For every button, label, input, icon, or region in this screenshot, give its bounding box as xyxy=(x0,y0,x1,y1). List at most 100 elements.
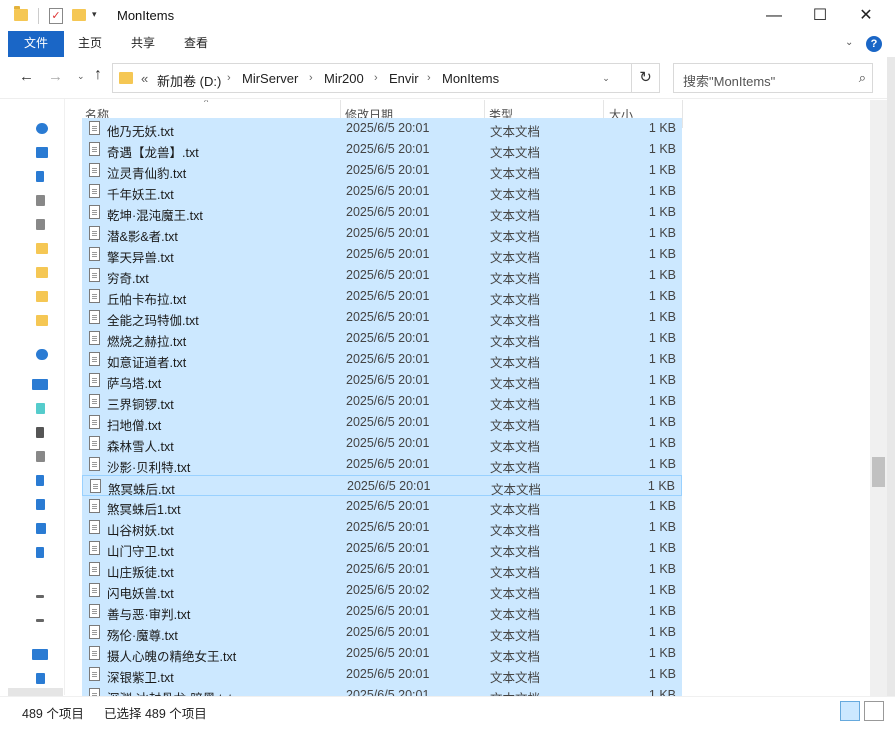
drive-icon[interactable] xyxy=(36,619,44,622)
folder-icon[interactable] xyxy=(36,315,48,326)
up-button[interactable]: ↑ xyxy=(94,66,102,84)
file-row[interactable]: 善与恶·审判.txt 2025/6/5 20:01 文本文档 1 KB xyxy=(82,601,682,622)
file-row[interactable]: 闪电妖兽.txt 2025/6/5 20:02 文本文档 1 KB xyxy=(82,580,682,601)
file-row[interactable]: 山庄叛徒.txt 2025/6/5 20:01 文本文档 1 KB xyxy=(82,559,682,580)
network-icon[interactable] xyxy=(32,649,48,660)
expand-ribbon-icon[interactable]: ⌄ xyxy=(845,37,853,48)
file-row[interactable]: 穷奇.txt 2025/6/5 20:01 文本文档 1 KB xyxy=(82,265,682,286)
help-icon[interactable]: ? xyxy=(866,36,882,52)
file-row[interactable]: 深渊·冰封骨龙·暗黑.txt 2025/6/5 20:01 文本文档 1 KB xyxy=(82,685,682,696)
file-row[interactable]: 深银紫卫.txt 2025/6/5 20:01 文本文档 1 KB xyxy=(82,664,682,685)
pictures-icon[interactable] xyxy=(36,219,45,230)
navigation-pane-scrollbar[interactable] xyxy=(64,99,65,695)
chevron-right-icon[interactable]: › xyxy=(374,72,378,84)
file-list-scrollbar[interactable] xyxy=(870,100,887,696)
refresh-button[interactable]: ↻ xyxy=(632,63,660,93)
downloads-icon[interactable] xyxy=(36,171,44,182)
file-row[interactable]: 扫地僧.txt 2025/6/5 20:01 文本文档 1 KB xyxy=(82,412,682,433)
file-row[interactable]: 摄人心魄の精绝女王.txt 2025/6/5 20:01 文本文档 1 KB xyxy=(82,643,682,664)
chevron-right-icon[interactable]: › xyxy=(309,72,313,84)
text-file-icon xyxy=(89,604,100,618)
3d-objects-icon[interactable] xyxy=(36,403,45,414)
file-row[interactable]: 潜&影&者.txt 2025/6/5 20:01 文本文档 1 KB xyxy=(82,223,682,244)
forward-button[interactable]: → xyxy=(48,68,63,85)
maximize-button[interactable]: ☐ xyxy=(797,0,843,31)
search-input[interactable]: 搜索"MonItems" xyxy=(683,71,775,90)
address-bar[interactable]: « 新加卷 (D:) › MirServer › Mir200 › Envir … xyxy=(112,63,632,93)
folder-icon[interactable] xyxy=(36,291,48,302)
drive-icon[interactable] xyxy=(36,595,44,598)
file-row[interactable]: 沙影·贝利特.txt 2025/6/5 20:01 文本文档 1 KB xyxy=(82,454,682,475)
tab-view[interactable]: 查看 xyxy=(170,31,222,57)
breadcrumb-mir200[interactable]: Mir200 xyxy=(324,71,364,86)
file-row[interactable]: 如意证道者.txt 2025/6/5 20:01 文本文档 1 KB xyxy=(82,349,682,370)
close-button[interactable]: ✕ xyxy=(843,0,889,31)
computer-icon[interactable] xyxy=(36,673,45,684)
file-row[interactable]: 山门守卫.txt 2025/6/5 20:01 文本文档 1 KB xyxy=(82,538,682,559)
file-row[interactable]: 千年妖王.txt 2025/6/5 20:01 文本文档 1 KB xyxy=(82,181,682,202)
file-row[interactable]: 煞冥蛛后1.txt 2025/6/5 20:01 文本文档 1 KB xyxy=(82,496,682,517)
file-name: 全能之玛特伽.txt xyxy=(107,314,199,328)
customize-quick-access-icon[interactable]: ▾ xyxy=(92,9,97,27)
file-date-modified: 2025/6/5 20:01 xyxy=(346,415,430,429)
file-row[interactable]: 煞冥蛛后.txt 2025/6/5 20:01 文本文档 1 KB xyxy=(82,475,682,497)
file-date-modified: 2025/6/5 20:01 xyxy=(346,310,430,324)
quick-access-star-icon[interactable] xyxy=(36,123,48,134)
chevron-right-icon[interactable]: › xyxy=(227,72,231,84)
chevron-right-icon[interactable]: › xyxy=(427,72,431,84)
tab-home[interactable]: 主页 xyxy=(64,31,116,57)
breadcrumb-envir[interactable]: Envir xyxy=(389,71,419,86)
file-row[interactable]: 泣灵青仙豹.txt 2025/6/5 20:01 文本文档 1 KB xyxy=(82,160,682,181)
file-row[interactable]: 他乃无妖.txt 2025/6/5 20:01 文本文档 1 KB xyxy=(82,118,682,139)
file-row[interactable]: 山谷树妖.txt 2025/6/5 20:01 文本文档 1 KB xyxy=(82,517,682,538)
breadcrumb-monitems[interactable]: MonItems xyxy=(442,71,499,86)
documents-icon[interactable] xyxy=(36,195,45,206)
new-folder-icon[interactable] xyxy=(72,9,86,21)
breadcrumb-mirserver[interactable]: MirServer xyxy=(242,71,298,86)
file-row[interactable]: 奇遇【龙兽】.txt 2025/6/5 20:01 文本文档 1 KB xyxy=(82,139,682,160)
desktop-icon[interactable] xyxy=(36,147,48,158)
recent-locations-icon[interactable]: ⌄ xyxy=(77,71,85,82)
file-type: 文本文档 xyxy=(490,524,541,538)
search-icon[interactable]: ⌕ xyxy=(859,70,866,86)
folder-icon[interactable] xyxy=(36,243,48,254)
file-type: 文本文档 xyxy=(490,398,541,412)
file-row[interactable]: 全能之玛特伽.txt 2025/6/5 20:01 文本文档 1 KB xyxy=(82,307,682,328)
file-row[interactable]: 乾坤·混沌魔王.txt 2025/6/5 20:01 文本文档 1 KB xyxy=(82,202,682,223)
breadcrumb-overflow[interactable]: « xyxy=(141,71,148,86)
file-row[interactable]: 三界铜锣.txt 2025/6/5 20:01 文本文档 1 KB xyxy=(82,391,682,412)
details-view-icon[interactable] xyxy=(840,701,860,721)
this-pc-icon[interactable] xyxy=(32,379,48,390)
file-size: 1 KB xyxy=(648,226,676,240)
properties-icon[interactable]: ✓ xyxy=(49,8,63,24)
file-name: 奇遇【龙兽】.txt xyxy=(107,146,199,160)
file-row[interactable]: 森林雪人.txt 2025/6/5 20:01 文本文档 1 KB xyxy=(82,433,682,454)
desktop-icon[interactable] xyxy=(36,547,44,558)
file-name: 沙影·贝利特.txt xyxy=(107,461,191,475)
file-row[interactable]: 殇伦·魔尊.txt 2025/6/5 20:01 文本文档 1 KB xyxy=(82,622,682,643)
folder-icon[interactable] xyxy=(36,267,48,278)
tab-share[interactable]: 共享 xyxy=(116,31,170,57)
text-file-icon xyxy=(89,394,100,408)
pictures-icon[interactable] xyxy=(36,523,46,534)
file-row[interactable]: 萨乌塔.txt 2025/6/5 20:01 文本文档 1 KB xyxy=(82,370,682,391)
column-divider[interactable] xyxy=(682,100,683,128)
minimize-button[interactable]: — xyxy=(751,0,797,31)
large-icons-view-icon[interactable] xyxy=(864,701,884,721)
folder-icon[interactable] xyxy=(14,6,28,21)
file-row[interactable]: 丘帕卡布拉.txt 2025/6/5 20:01 文本文档 1 KB xyxy=(82,286,682,307)
breadcrumb-drive[interactable]: 新加卷 (D:) xyxy=(157,71,221,90)
tab-file[interactable]: 文件 xyxy=(8,31,64,57)
file-row[interactable]: 燃烧之赫拉.txt 2025/6/5 20:01 文本文档 1 KB xyxy=(82,328,682,349)
onedrive-icon[interactable] xyxy=(36,349,48,360)
scrollbar-thumb[interactable] xyxy=(872,457,885,487)
downloads-icon[interactable] xyxy=(36,475,44,486)
documents-icon[interactable] xyxy=(36,451,45,462)
address-dropdown-icon[interactable]: ⌄ xyxy=(599,64,613,92)
music-icon[interactable] xyxy=(36,499,45,510)
videos-icon[interactable] xyxy=(36,427,44,438)
file-row[interactable]: 擎天异兽.txt 2025/6/5 20:01 文本文档 1 KB xyxy=(82,244,682,265)
file-name: 如意证道者.txt xyxy=(107,356,187,370)
back-button[interactable]: ← xyxy=(19,68,34,85)
search-box[interactable]: 搜索"MonItems" ⌕ xyxy=(673,63,873,93)
